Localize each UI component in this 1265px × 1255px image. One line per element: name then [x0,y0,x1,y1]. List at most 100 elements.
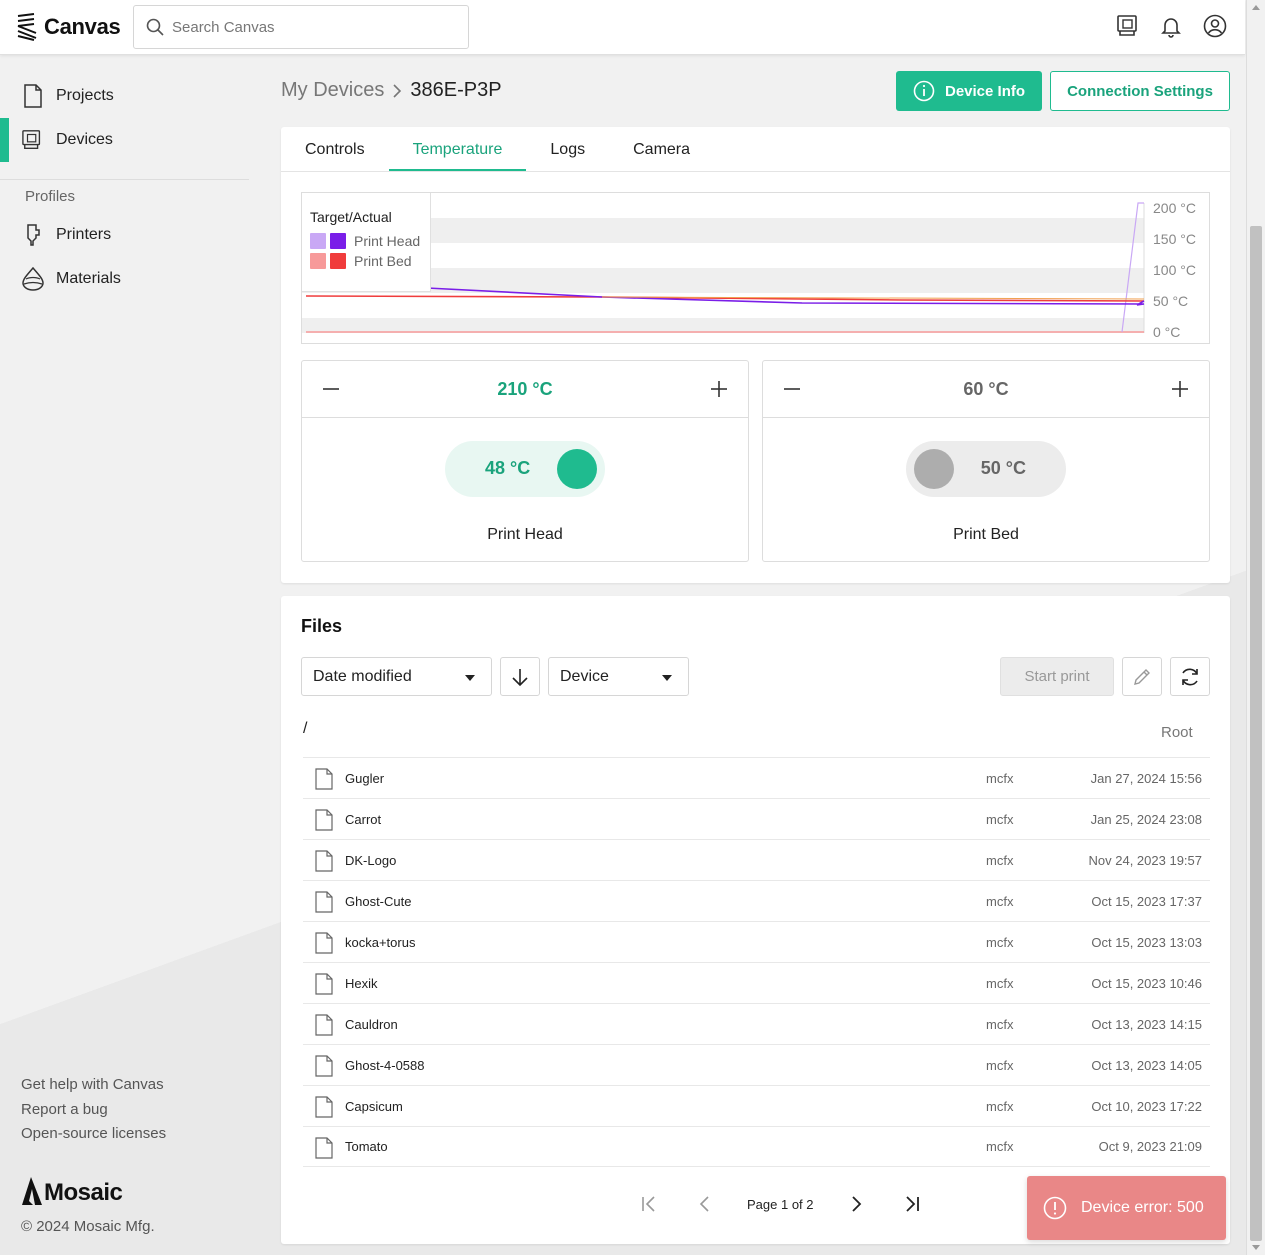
last-page-button[interactable] [884,1188,940,1220]
tab-logs[interactable]: Logs [526,127,609,172]
table-row[interactable]: Cauldron mcfx Oct 13, 2023 14:15 [303,1003,1210,1044]
start-print-button[interactable]: Start print [1000,657,1114,696]
printer-icon [27,224,40,246]
files-card: Files Date modified Device Start print /… [281,596,1230,1244]
page-scrollbar[interactable] [1246,0,1265,1255]
table-row[interactable]: DK-Logo mcfx Nov 24, 2023 19:57 [303,839,1210,880]
breadcrumb-current: 386E-P3P [410,79,502,101]
sidebar-item-materials[interactable]: Materials [0,257,262,301]
account-icon[interactable] [1203,14,1227,38]
tab-temperature[interactable]: Temperature [388,127,527,172]
file-date: Jan 25, 2024 23:08 [1090,811,1202,827]
minus-icon[interactable] [781,378,803,400]
devices-icon[interactable] [1115,14,1139,38]
legend-row-print-bed: Print Bed [310,251,422,271]
print-bed-target: 60 °C [963,378,1009,399]
mosaic-logo-icon [22,1177,42,1205]
file-icon [315,1055,333,1077]
file-icon [315,850,333,872]
refresh-button[interactable] [1170,657,1210,696]
print-bed-toggle[interactable]: 50 °C [906,441,1066,497]
legend-row-print-head: Print Head [310,231,422,251]
file-name: Tomato [345,1139,388,1154]
file-name: DK-Logo [345,852,397,868]
connection-settings-button[interactable]: Connection Settings [1050,71,1230,111]
device-info-button[interactable]: Device Info [896,71,1042,111]
scroll-down-arrow-icon[interactable] [1252,1245,1260,1250]
error-toast[interactable]: Device error: 500 [1027,1176,1226,1240]
scroll-up-arrow-icon[interactable] [1252,5,1260,10]
y-tick-label: 150 °C [1153,231,1196,247]
rename-button[interactable] [1122,657,1162,696]
table-row[interactable]: Gugler mcfx Jan 27, 2024 15:56 [303,757,1210,798]
dropdown-caret-icon [465,675,475,681]
first-page-button[interactable] [621,1188,677,1220]
file-icon [315,1137,333,1159]
file-name: Capsicum [345,1098,403,1114]
table-row[interactable]: Carrot mcfx Jan 25, 2024 23:08 [303,798,1210,839]
legend-swatch-target [310,233,326,249]
search-box[interactable] [133,5,469,49]
plus-icon[interactable] [1169,378,1191,400]
plus-icon[interactable] [708,378,730,400]
info-icon [913,80,935,102]
dropdown-caret-icon [662,675,672,681]
tab-controls[interactable]: Controls [281,127,389,172]
prev-page-button[interactable] [677,1188,733,1220]
file-icon [315,1096,333,1118]
y-tick-label: 0 °C [1153,324,1180,340]
app-logo[interactable]: Canvas [16,12,121,42]
file-date: Nov 24, 2023 19:57 [1088,852,1202,868]
table-row[interactable]: kocka+torus mcfx Oct 15, 2023 13:03 [303,921,1210,962]
table-row[interactable]: Ghost-4-0588 mcfx Oct 13, 2023 14:05 [303,1044,1210,1085]
file-icon [315,1014,333,1036]
canvas-logo-icon [17,13,37,41]
chart-band [302,318,1144,333]
licenses-link[interactable]: Open-source licenses [21,1122,166,1147]
print-head-label: Print Head [487,526,563,543]
file-type: mcfx [986,1139,1014,1154]
pencil-icon [1134,668,1150,685]
table-row[interactable]: Ghost-Cute mcfx Oct 15, 2023 17:37 [303,880,1210,921]
first-page-icon [642,1196,655,1212]
last-page-icon [905,1196,919,1212]
toggle-knob [557,449,597,489]
chevron-right-icon [393,83,402,98]
file-type: mcfx [986,975,1014,991]
sort-select[interactable]: Date modified [301,657,492,696]
sidebar-item-projects[interactable]: Projects [0,74,262,118]
breadcrumb: My Devices 386E-P3P [281,79,502,102]
table-row[interactable]: Capsicum mcfx Oct 10, 2023 17:22 [303,1085,1210,1126]
file-date: Oct 15, 2023 10:46 [1091,975,1202,991]
tab-camera[interactable]: Camera [609,127,714,172]
print-head-toggle[interactable]: 48 °C [445,441,605,497]
sidebar-item-devices[interactable]: Devices [0,118,262,162]
report-bug-link[interactable]: Report a bug [21,1098,166,1123]
file-date: Oct 13, 2023 14:05 [1091,1057,1202,1073]
toggle-knob [914,449,954,489]
print-head-current: 48 °C [485,458,531,478]
sidebar-item-printers[interactable]: Printers [0,213,262,257]
help-link[interactable]: Get help with Canvas [21,1073,166,1098]
sidebar-divider [0,179,249,180]
legend-title: Target/Actual [310,209,392,225]
breadcrumb-parent[interactable]: My Devices [281,79,384,102]
table-row[interactable]: Tomato mcfx Oct 9, 2023 21:09 [303,1126,1210,1167]
next-page-button[interactable] [828,1188,884,1220]
search-icon [146,18,164,36]
sort-direction-button[interactable] [500,657,540,696]
file-date: Oct 9, 2023 21:09 [1098,1139,1202,1154]
legend-swatch-actual [330,233,346,249]
sidebar-footer: Get help with Canvas Report a bug Open-s… [21,1073,166,1147]
minus-icon[interactable] [320,378,342,400]
search-input[interactable] [172,18,452,36]
file-date: Jan 27, 2024 15:56 [1090,770,1202,786]
bell-icon[interactable] [1159,14,1183,38]
top-bar: Canvas [0,0,1245,55]
source-select[interactable]: Device [548,657,689,696]
materials-icon [22,267,44,291]
root-label[interactable]: Root [1161,724,1193,741]
scroll-thumb[interactable] [1250,226,1262,1241]
device-tabs: Controls Temperature Logs Camera [281,127,714,172]
table-row[interactable]: Hexik mcfx Oct 15, 2023 10:46 [303,962,1210,1003]
